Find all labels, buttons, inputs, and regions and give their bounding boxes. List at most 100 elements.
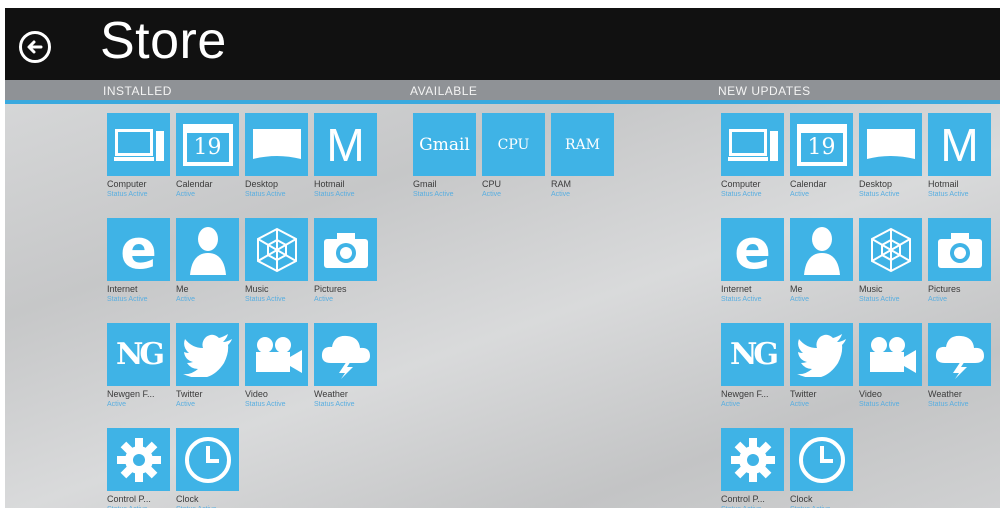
app-tile-calendar[interactable]: 19 Calendar Active [790, 113, 853, 214]
tile-name: Weather [928, 389, 962, 399]
tile-status: Status Active [790, 505, 856, 508]
tile-face[interactable] [107, 113, 170, 176]
tile-status: Status Active [245, 401, 286, 408]
tile-face[interactable] [928, 218, 991, 281]
app-tile-ram[interactable]: RAM RAM Active [551, 113, 614, 214]
app-tile-video[interactable]: Video Status Active [859, 323, 922, 424]
tile-face[interactable]: 19 [790, 113, 853, 176]
app-tile-cpu[interactable]: CPU CPU Active [482, 113, 545, 214]
group-label-installed: INSTALLED [103, 84, 172, 98]
app-tile-hotmail[interactable]: M Hotmail Status Active [314, 113, 377, 214]
person-icon [802, 225, 842, 275]
person-icon [188, 225, 228, 275]
tile-face[interactable] [790, 323, 853, 386]
tile-name: Pictures [314, 284, 347, 294]
tile-face[interactable] [790, 428, 853, 491]
computer-icon [726, 125, 780, 165]
app-tile-computer[interactable]: Computer Status Active [721, 113, 784, 214]
tile-face[interactable]: Gmail [413, 113, 476, 176]
calendar-date-text: 19 [193, 134, 222, 160]
weather-icon [319, 331, 373, 379]
tile-status: Status Active [314, 401, 355, 408]
tile-face[interactable] [859, 323, 922, 386]
tile-face[interactable] [245, 218, 308, 281]
back-button[interactable] [19, 31, 51, 63]
app-tile-music[interactable]: Music Status Active [245, 218, 308, 319]
tile-name: Internet [721, 284, 752, 294]
tile-face[interactable]: M [928, 113, 991, 176]
tile-face[interactable] [859, 218, 922, 281]
tile-face[interactable] [721, 113, 784, 176]
app-tile-twitter[interactable]: Twitter Active [790, 323, 853, 424]
app-tile-pictures[interactable]: Pictures Active [928, 218, 991, 319]
tile-status: Status Active [245, 191, 286, 198]
tile-status: Status Active [245, 296, 286, 303]
app-tile-control-p[interactable]: Control P...Status Active [721, 428, 784, 508]
tile-name: Clock [176, 494, 199, 504]
tile-face[interactable]: CPU [482, 113, 545, 176]
video-camera-icon [864, 335, 918, 375]
app-tile-pictures[interactable]: Pictures Active [314, 218, 377, 319]
tile-face[interactable]: NG [721, 323, 784, 386]
tile-face[interactable] [928, 323, 991, 386]
tile-status: Active [107, 401, 127, 408]
tile-name: Twitter [176, 389, 203, 399]
app-tile-hotmail[interactable]: M Hotmail Status Active [928, 113, 991, 214]
app-tile-desktop[interactable]: Desktop Status Active [859, 113, 922, 214]
tile-status: Active [314, 296, 334, 303]
tile-status: Status Active [413, 191, 454, 198]
tile-face[interactable]: e [107, 218, 170, 281]
app-tile-computer[interactable]: Computer Status Active [107, 113, 170, 214]
ram-icon: RAM [565, 136, 600, 153]
app-tile-desktop[interactable]: Desktop Status Active [245, 113, 308, 214]
weather-icon [933, 331, 987, 379]
app-tile-me[interactable]: Me Active [790, 218, 853, 319]
tile-status: Active [790, 296, 810, 303]
app-tile-internet[interactable]: e Internet Status Active [107, 218, 170, 319]
app-tile-weather[interactable]: Weather Status Active [314, 323, 377, 424]
tile-face[interactable] [721, 428, 784, 491]
tile-face[interactable]: e [721, 218, 784, 281]
app-tile-newgen-f[interactable]: NG Newgen F... Active [721, 323, 784, 424]
tile-face[interactable]: RAM [551, 113, 614, 176]
tile-status: Status Active [859, 401, 900, 408]
tile-face[interactable] [176, 323, 239, 386]
tile-status: Active [551, 191, 571, 198]
app-tile-control-p[interactable]: Control P...Status Active [107, 428, 170, 508]
calendar-icon: 19 [796, 123, 847, 166]
video-camera-icon [250, 335, 304, 375]
tile-face[interactable] [245, 323, 308, 386]
tile-name: Control P... [721, 494, 765, 504]
app-tile-newgen-f[interactable]: NG Newgen F... Active [107, 323, 170, 424]
app-tile-weather[interactable]: Weather Status Active [928, 323, 991, 424]
app-tile-calendar[interactable]: 19 Calendar Active [176, 113, 239, 214]
tile-face[interactable] [107, 428, 170, 491]
tile-status: Status Active [176, 505, 242, 508]
app-tile-music[interactable]: Music Status Active [859, 218, 922, 319]
tile-status: Active [790, 401, 810, 408]
tile-face[interactable] [790, 218, 853, 281]
computer-icon [112, 125, 166, 165]
tile-face[interactable] [314, 323, 377, 386]
app-tile-video[interactable]: Video Status Active [245, 323, 308, 424]
tile-face[interactable] [176, 428, 239, 491]
tile-face[interactable] [859, 113, 922, 176]
internet-explorer-icon: e [120, 218, 157, 281]
hotmail-icon: M [326, 118, 365, 171]
tile-status: Active [482, 191, 502, 198]
tile-face[interactable] [245, 113, 308, 176]
app-tile-gmail[interactable]: Gmail Gmail Status Active [413, 113, 476, 214]
tile-face[interactable] [176, 218, 239, 281]
music-icon [867, 226, 915, 274]
tile-face[interactable]: M [314, 113, 377, 176]
tile-face[interactable] [314, 218, 377, 281]
app-tile-internet[interactable]: e Internet Status Active [721, 218, 784, 319]
cpu-icon: CPU [497, 136, 530, 153]
app-tile-twitter[interactable]: Twitter Active [176, 323, 239, 424]
tile-face[interactable]: 19 [176, 113, 239, 176]
app-tile-clock[interactable]: ClockStatus Active [790, 428, 853, 508]
app-tile-clock[interactable]: ClockStatus Active [176, 428, 239, 508]
tile-face[interactable]: NG [107, 323, 170, 386]
tile-status: Status Active [314, 191, 355, 198]
app-tile-me[interactable]: Me Active [176, 218, 239, 319]
